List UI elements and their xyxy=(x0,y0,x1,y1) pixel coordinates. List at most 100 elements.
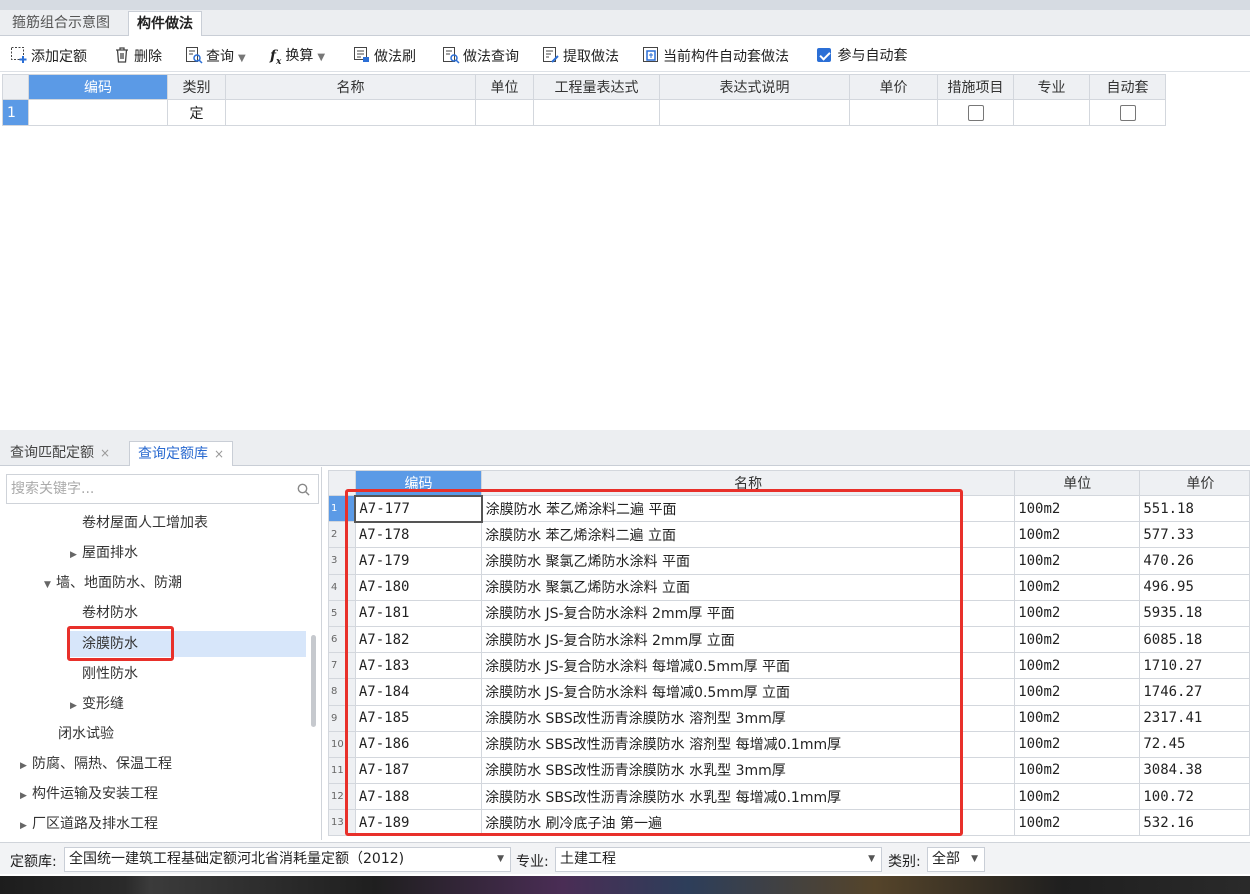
tab-query-match[interactable]: 查询匹配定额 × xyxy=(2,441,118,466)
header-unit[interactable]: 单位 xyxy=(1014,470,1141,496)
unit-cell[interactable]: 100m2 xyxy=(1014,547,1141,575)
tab-query-match-label: 查询匹配定额 xyxy=(10,445,94,461)
search-icon[interactable] xyxy=(297,483,310,496)
header-name[interactable]: 名称 xyxy=(225,74,476,100)
row-number[interactable]: 1 xyxy=(2,99,29,126)
method-brush-button[interactable]: 做法刷 xyxy=(353,46,416,66)
tree-item-label: 变形缝 xyxy=(82,696,124,712)
header-unit[interactable]: 单位 xyxy=(475,74,534,100)
unit-cell[interactable]: 100m2 xyxy=(1014,783,1141,811)
tree-item-transport[interactable]: ▶ 构件运输及安装工程 xyxy=(20,781,158,807)
header-quantity-expr[interactable]: 工程量表达式 xyxy=(533,74,660,100)
search-input[interactable] xyxy=(7,475,277,503)
price-cell[interactable]: 577.33 xyxy=(1139,521,1250,549)
price-cell[interactable]: 1710.27 xyxy=(1139,652,1250,680)
unit-cell[interactable]: 100m2 xyxy=(1014,652,1141,680)
tree-item-label: 构件运输及安装工程 xyxy=(32,786,158,802)
add-quota-button[interactable]: 添加定额 xyxy=(10,46,87,66)
tree-item-wall-floor-waterproof[interactable]: ▼ 墙、地面防水、防潮 xyxy=(44,570,182,596)
price-cell[interactable]: 3084.38 xyxy=(1139,756,1250,785)
code-cell[interactable] xyxy=(28,99,168,126)
price-cell[interactable]: 496.95 xyxy=(1139,573,1250,601)
price-cell[interactable]: 6085.18 xyxy=(1139,625,1250,654)
header-major[interactable]: 专业 xyxy=(1013,74,1090,100)
quota-lib-select[interactable]: 全国统一建筑工程基础定额河北省消耗量定额（2012) ▼ xyxy=(64,847,511,872)
header-auto[interactable]: 自动套 xyxy=(1089,74,1166,100)
unit-cell[interactable]: 100m2 xyxy=(1014,573,1141,601)
convert-button[interactable]: fx 换算 ▼ xyxy=(270,46,325,67)
expand-arrow-icon[interactable]: ▶ xyxy=(20,753,32,779)
tree-item-rigid-waterproof[interactable]: 刚性防水 xyxy=(82,661,138,687)
panel-splitter[interactable] xyxy=(0,430,1250,438)
tree-item-roof-labor[interactable]: 卷材屋面人工增加表 xyxy=(82,510,208,536)
unit-cell[interactable]: 100m2 xyxy=(1014,625,1141,654)
tree-scrollbar[interactable] xyxy=(311,635,316,727)
category-select[interactable]: 全部 ▼ xyxy=(927,847,985,872)
unit-cell[interactable]: 100m2 xyxy=(1014,809,1141,837)
close-icon[interactable]: × xyxy=(100,446,110,460)
unit-cell[interactable] xyxy=(475,99,534,126)
tab-query-library[interactable]: 查询定额库 × xyxy=(129,441,234,466)
auto-checkbox[interactable] xyxy=(1119,104,1136,121)
price-cell[interactable]: 470.26 xyxy=(1139,547,1250,575)
checkbox-checked-icon[interactable] xyxy=(817,48,831,62)
unit-cell[interactable]: 100m2 xyxy=(1014,704,1141,732)
header-price[interactable]: 单价 xyxy=(849,74,938,100)
quantity-expr-cell[interactable] xyxy=(533,99,660,126)
price-cell[interactable]: 72.45 xyxy=(1139,730,1250,758)
price-cell[interactable] xyxy=(849,99,938,126)
tree-item-roof-drain[interactable]: ▶ 屋面排水 xyxy=(70,540,138,566)
price-cell[interactable]: 1746.27 xyxy=(1139,678,1250,706)
unit-cell[interactable]: 100m2 xyxy=(1014,756,1141,785)
header-expr-desc[interactable]: 表达式说明 xyxy=(659,74,850,100)
expand-arrow-icon[interactable]: ▶ xyxy=(70,542,82,568)
price-cell[interactable]: 2317.41 xyxy=(1139,704,1250,732)
price-cell[interactable]: 532.16 xyxy=(1139,809,1250,837)
collapse-arrow-icon[interactable]: ▼ xyxy=(44,572,56,598)
unit-cell[interactable]: 100m2 xyxy=(1014,730,1141,758)
price-cell[interactable]: 5935.18 xyxy=(1139,599,1250,627)
extract-method-button[interactable]: 提取做法 xyxy=(542,46,619,66)
tree-item-deform-joint[interactable]: ▶ 变形缝 xyxy=(70,691,124,717)
expr-desc-cell[interactable] xyxy=(659,99,850,126)
header-measure-item[interactable]: 措施项目 xyxy=(937,74,1014,100)
measure-item-checkbox[interactable] xyxy=(967,104,984,121)
tab-query-library-label: 查询定额库 xyxy=(138,446,208,462)
unit-cell[interactable]: 100m2 xyxy=(1014,599,1141,627)
close-icon[interactable]: × xyxy=(214,447,224,461)
name-cell[interactable] xyxy=(225,99,476,126)
auto-method-button[interactable]: 当前构件自动套做法 xyxy=(642,46,789,66)
category-cell[interactable]: 定 xyxy=(167,99,226,126)
convert-label: 换算 xyxy=(285,48,314,64)
query-button[interactable]: 查询 ▼ xyxy=(185,46,246,66)
chevron-down-icon[interactable]: ▼ xyxy=(317,52,325,63)
table-row[interactable]: 1 定 xyxy=(2,99,1166,126)
price-cell[interactable]: 100.72 xyxy=(1139,783,1250,811)
tree-item-road-drain[interactable]: ▶ 厂区道路及排水工程 xyxy=(20,811,158,837)
auto-cell[interactable] xyxy=(1089,99,1166,126)
tree-item-anticorrosion[interactable]: ▶ 防腐、隔热、保温工程 xyxy=(20,751,172,777)
bottom-tab-bar: 查询匹配定额 × 查询定额库 × xyxy=(0,438,1250,466)
auto-method-icon xyxy=(643,47,658,62)
chevron-down-icon[interactable]: ▼ xyxy=(238,53,246,64)
join-auto-checkbox[interactable]: 参与自动套 xyxy=(817,46,907,66)
tab-rebar-diagram[interactable]: 箍筋组合示意图 xyxy=(4,11,118,36)
header-category[interactable]: 类别 xyxy=(167,74,226,100)
measure-item-cell[interactable] xyxy=(937,99,1014,126)
expand-arrow-icon[interactable]: ▶ xyxy=(20,813,32,839)
tab-component-method[interactable]: 构件做法 xyxy=(128,11,202,36)
tree-item-water-test[interactable]: 闭水试验 xyxy=(58,721,114,747)
major-cell[interactable] xyxy=(1013,99,1090,126)
header-price[interactable]: 单价 xyxy=(1139,470,1250,496)
expand-arrow-icon[interactable]: ▶ xyxy=(70,693,82,719)
unit-cell[interactable]: 100m2 xyxy=(1014,494,1141,523)
unit-cell[interactable]: 100m2 xyxy=(1014,678,1141,706)
unit-cell[interactable]: 100m2 xyxy=(1014,521,1141,549)
tree-item-membrane-roll[interactable]: 卷材防水 xyxy=(82,600,138,626)
price-cell[interactable]: 551.18 xyxy=(1139,494,1250,523)
expand-arrow-icon[interactable]: ▶ xyxy=(20,783,32,809)
delete-button[interactable]: 删除 xyxy=(113,46,162,66)
header-code[interactable]: 编码 xyxy=(28,74,168,100)
method-query-button[interactable]: 做法查询 xyxy=(442,46,519,66)
major-select[interactable]: 土建工程 ▼ xyxy=(555,847,882,872)
